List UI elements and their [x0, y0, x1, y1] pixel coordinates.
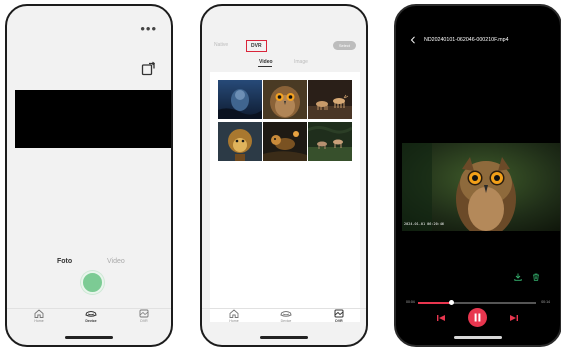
- media-thumbnail[interactable]: [263, 122, 307, 161]
- source-tab-native[interactable]: Native: [214, 42, 228, 48]
- home-indicator: [65, 336, 113, 339]
- seek-bar-knob[interactable]: [448, 300, 454, 305]
- trash-icon[interactable]: [532, 273, 540, 281]
- media-thumbnail[interactable]: [218, 80, 262, 119]
- home-indicator: [260, 336, 308, 339]
- mode-foto[interactable]: Foto: [57, 258, 72, 265]
- tab-dvr-label: DVR: [335, 319, 343, 323]
- download-icon[interactable]: [514, 273, 522, 281]
- device-icon: [85, 311, 97, 317]
- mode-video[interactable]: Video: [107, 258, 125, 265]
- dvr-icon: [334, 309, 344, 318]
- tab-home-label: Home: [34, 319, 44, 323]
- pause-button[interactable]: [468, 308, 487, 327]
- video-timestamp-overlay: 2024-01-01 06:20:46: [404, 222, 445, 226]
- tab-home[interactable]: Home: [22, 309, 56, 323]
- previous-icon[interactable]: [436, 314, 446, 322]
- total-duration: 00:14: [541, 300, 550, 304]
- source-tab-dvr[interactable]: DVR: [246, 40, 267, 52]
- bottom-tab-bar: Home Device DVR: [202, 309, 366, 331]
- media-grid: [210, 72, 360, 322]
- device-icon: [280, 311, 292, 317]
- shutter-button[interactable]: [81, 271, 104, 294]
- tab-device[interactable]: Device: [269, 309, 303, 323]
- video-frame[interactable]: 2024-01-01 06:20:46: [402, 143, 560, 231]
- more-menu-icon[interactable]: •••: [140, 22, 157, 35]
- pause-icon: [474, 313, 481, 322]
- tab-dvr-label: DVR: [140, 319, 148, 323]
- owl-video-image: [402, 143, 560, 231]
- player-phone: ND20240101-062046-000210F.mp4 2024-01-01…: [394, 4, 561, 347]
- tab-device[interactable]: Device: [74, 309, 108, 323]
- tab-dvr[interactable]: DVR: [127, 309, 161, 323]
- seek-bar-fill: [418, 302, 452, 304]
- subtab-image[interactable]: Image: [294, 59, 308, 65]
- rotate-screen-icon[interactable]: [141, 60, 157, 76]
- camera-phone: ••• Foto Video Home Device DVR: [5, 4, 173, 347]
- bottom-tab-bar: Home Device DVR: [7, 309, 171, 331]
- tab-dvr[interactable]: DVR: [322, 309, 356, 323]
- home-icon: [34, 309, 44, 318]
- camera-preview: [15, 90, 171, 148]
- current-time: 00:04: [406, 300, 415, 304]
- back-chevron-icon[interactable]: [410, 36, 416, 44]
- tab-device-label: Device: [85, 319, 97, 323]
- media-thumbnail[interactable]: [263, 80, 307, 119]
- subtab-video[interactable]: Video: [259, 59, 273, 65]
- subtab-underline: [258, 66, 272, 67]
- media-thumbnail[interactable]: [308, 122, 352, 161]
- video-file-name: ND20240101-062046-000210F.mp4: [424, 37, 509, 43]
- tab-device-label: Device: [280, 319, 292, 323]
- tab-home[interactable]: Home: [217, 309, 251, 323]
- media-thumbnail[interactable]: [218, 122, 262, 161]
- tab-home-label: Home: [229, 319, 239, 323]
- next-icon[interactable]: [509, 314, 519, 322]
- home-icon: [229, 309, 239, 318]
- capture-mode-switch: Foto Video: [7, 258, 171, 272]
- media-thumbnail[interactable]: [308, 80, 352, 119]
- select-button[interactable]: Select: [332, 41, 356, 50]
- gallery-phone: Native DVR Select Video Image Home Devic…: [200, 4, 368, 347]
- home-indicator: [454, 336, 502, 339]
- seek-bar[interactable]: [418, 300, 536, 305]
- dvr-icon: [139, 309, 149, 318]
